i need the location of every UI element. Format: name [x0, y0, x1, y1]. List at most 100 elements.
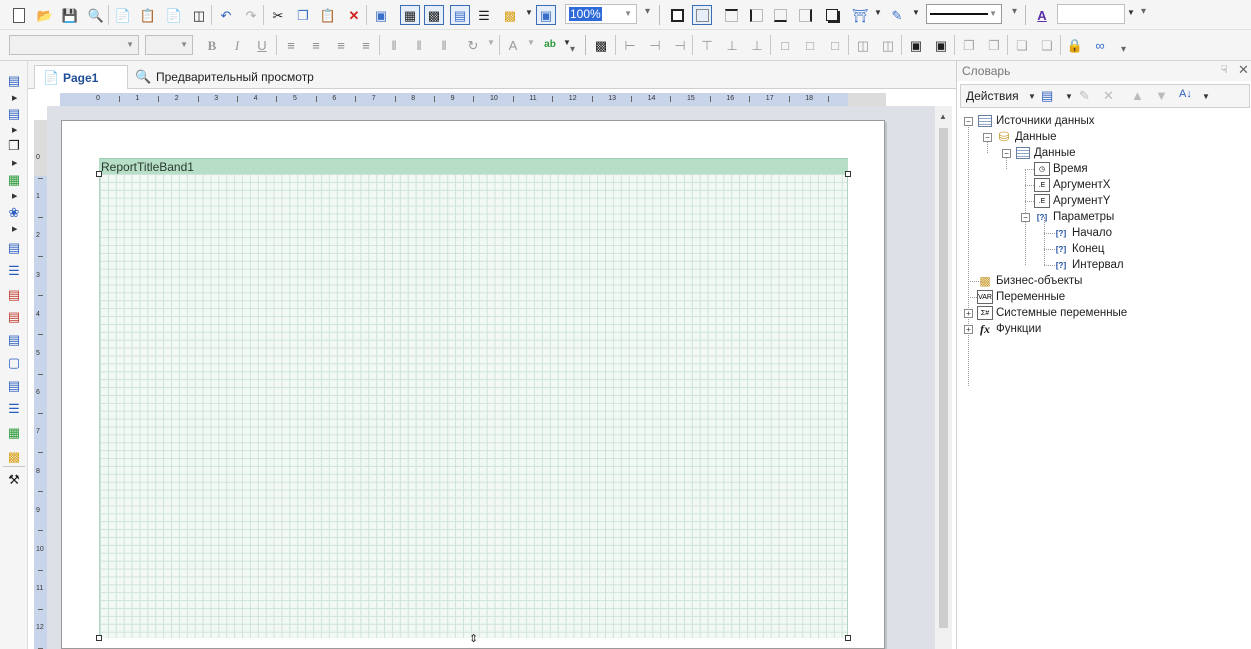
resize-handle[interactable] — [845, 171, 851, 177]
italic-icon[interactable]: I — [227, 35, 247, 55]
chevron-down-icon[interactable]: ▼ — [1202, 92, 1210, 101]
chevron-right-icon[interactable]: ▶ — [12, 225, 17, 233]
chevron-down-icon[interactable]: ▼ — [1127, 8, 1135, 17]
tab-page1[interactable]: 📄 Page1 — [34, 65, 128, 89]
toolbar-overflow-icon[interactable]: ▾ — [570, 44, 575, 55]
paste-icon[interactable]: 📋 — [318, 5, 338, 25]
expand-icon[interactable]: + — [964, 325, 973, 334]
text-tool-icon[interactable]: ▤ — [5, 240, 23, 256]
report-title-band[interactable]: ReportTitleBand1 — [99, 158, 848, 174]
border-top-icon[interactable] — [721, 5, 741, 25]
styles-icon[interactable]: ▩ — [500, 5, 520, 25]
align-lefts-icon[interactable]: ⊢ — [620, 35, 640, 55]
collapse-icon[interactable]: − — [1021, 213, 1030, 222]
chevron-right-icon[interactable]: ▶ — [12, 126, 17, 134]
border-style-combo[interactable]: ▼ — [926, 4, 1002, 24]
pin-icon[interactable]: ☟ — [1221, 63, 1228, 76]
tree-node-variables[interactable]: VAR Переменные — [977, 289, 1065, 305]
align-right-icon[interactable]: ≡ — [331, 35, 351, 55]
toolbar-overflow-icon[interactable]: ▾ — [1121, 44, 1126, 55]
new-item-icon[interactable]: ▤ — [1041, 88, 1053, 104]
center-horizontally-icon[interactable]: ▣ — [906, 35, 926, 55]
resize-handle[interactable] — [96, 635, 102, 641]
space-vertically-icon[interactable]: ◫ — [878, 35, 898, 55]
scroll-up-icon[interactable]: ▲ — [939, 112, 947, 121]
chevron-right-icon[interactable]: ▶ — [12, 192, 17, 200]
image-text-tool-icon[interactable]: ▤ — [5, 309, 23, 325]
tree-node-data-table[interactable]: Данные — [1015, 145, 1076, 161]
style-icon[interactable]: A — [1032, 5, 1052, 25]
align-bottoms-icon[interactable]: ⊥ — [747, 35, 767, 55]
chevron-right-icon[interactable]: ▶ — [12, 94, 17, 102]
bold-icon[interactable]: B — [202, 35, 222, 55]
chevron-down-icon[interactable]: ▼ — [1028, 92, 1036, 101]
open-icon[interactable]: 📂 — [35, 5, 55, 25]
new-dialog-icon[interactable]: 📋 — [138, 5, 158, 25]
underline-icon[interactable]: U — [252, 35, 272, 55]
page-header-tool-icon[interactable]: ▤ — [5, 332, 23, 348]
undo-icon[interactable]: ↶ — [216, 5, 236, 25]
font-size-combo[interactable]: ▼ — [145, 35, 193, 55]
space-horizontally-icon[interactable]: ◫ — [853, 35, 873, 55]
tree-node-param[interactable]: [?] Интервал — [1053, 257, 1124, 273]
align-center-icon[interactable]: ≡ — [306, 35, 326, 55]
group-icon[interactable]: ☰ — [474, 5, 494, 25]
collapse-icon[interactable]: − — [983, 133, 992, 142]
image-tool-icon[interactable]: ▦ — [5, 425, 23, 441]
component-tool-icon[interactable]: ❀ — [5, 205, 23, 221]
zoom-combo[interactable]: 100% ▼ — [565, 4, 637, 24]
subreport-tool-icon[interactable]: ▤ — [5, 378, 23, 394]
tree-node-param[interactable]: [?] Начало — [1053, 225, 1112, 241]
font-color-icon[interactable]: A — [503, 35, 523, 55]
cut-icon[interactable]: ✂ — [268, 5, 288, 25]
preview-icon[interactable]: 🔍 — [86, 5, 106, 25]
chevron-down-icon[interactable]: ▼ — [527, 38, 535, 47]
tree-node-connection[interactable]: ⛁ Данные — [996, 129, 1057, 145]
style-combo[interactable] — [1057, 4, 1125, 24]
page-setup-icon[interactable]: ◫ — [189, 5, 209, 25]
resize-handle[interactable] — [96, 171, 102, 177]
tree-node-field[interactable]: .E АргументX — [1034, 177, 1110, 193]
tree-node-param[interactable]: [?] Конец — [1053, 241, 1105, 257]
rich-text-tool-icon[interactable]: ▤ — [5, 287, 23, 303]
panel-tool-icon[interactable]: ❐ — [5, 138, 23, 154]
chevron-right-icon[interactable]: ▶ — [12, 159, 17, 167]
tree-node-field[interactable]: .E АргументY — [1034, 193, 1110, 209]
shape-tool-icon[interactable]: ▢ — [5, 355, 23, 371]
tools-icon[interactable]: ⚒ — [5, 472, 23, 488]
band-structure-icon[interactable]: ▤ — [450, 5, 470, 25]
highlight-icon[interactable]: ab — [540, 35, 560, 55]
sort-icon[interactable]: A↓ — [1179, 88, 1192, 100]
move-up-icon[interactable]: ▲ — [1131, 88, 1144, 103]
show-grid-icon[interactable]: ▦ — [400, 5, 420, 25]
border-all-icon[interactable] — [667, 5, 687, 25]
rotate-icon[interactable]: ↻ — [463, 35, 483, 55]
toolbar-overflow-icon[interactable]: ▾ — [645, 6, 650, 17]
band-resize-icon[interactable]: ⇕ — [469, 632, 478, 645]
border-right-icon[interactable] — [795, 5, 815, 25]
cross-band-tool-icon[interactable]: ▤ — [5, 106, 23, 122]
bring-to-front-icon[interactable]: ❐ — [959, 35, 979, 55]
tree-node-business-objects[interactable]: ▩ Бизнес-объекты — [977, 273, 1082, 289]
tree-node-functions[interactable]: fx Функции — [977, 321, 1041, 337]
move-down-icon[interactable]: ▼ — [1155, 88, 1168, 103]
shadow-icon[interactable] — [822, 5, 842, 25]
tab-preview[interactable]: 🔍 Предварительный просмотр — [132, 65, 314, 89]
align-tops-icon[interactable]: ⊤ — [697, 35, 717, 55]
chart-tool-icon[interactable]: ▦ — [5, 172, 23, 188]
edit-icon[interactable]: ✎ — [1079, 88, 1090, 104]
chevron-down-icon[interactable]: ▼ — [1065, 92, 1073, 101]
chevron-down-icon[interactable]: ▼ — [874, 8, 882, 17]
close-icon[interactable]: ✕ — [1238, 62, 1249, 78]
same-width-icon[interactable]: □ — [775, 35, 795, 55]
new-page-icon[interactable]: 📄 — [113, 5, 133, 25]
lock-icon[interactable]: 🔒 — [1065, 35, 1085, 55]
move-backward-icon[interactable]: ❏ — [1037, 35, 1057, 55]
center-vertically-icon[interactable]: ▣ — [931, 35, 951, 55]
valign-bottom-icon[interactable]: ‖ — [434, 35, 454, 55]
align-rights-icon[interactable]: ⊣ — [670, 35, 690, 55]
valign-center-icon[interactable]: ‖ — [409, 35, 429, 55]
justify-icon[interactable]: ≡ — [356, 35, 376, 55]
border-none-icon[interactable] — [692, 5, 712, 25]
toolbar-overflow-icon[interactable]: ▾ — [1141, 6, 1146, 17]
